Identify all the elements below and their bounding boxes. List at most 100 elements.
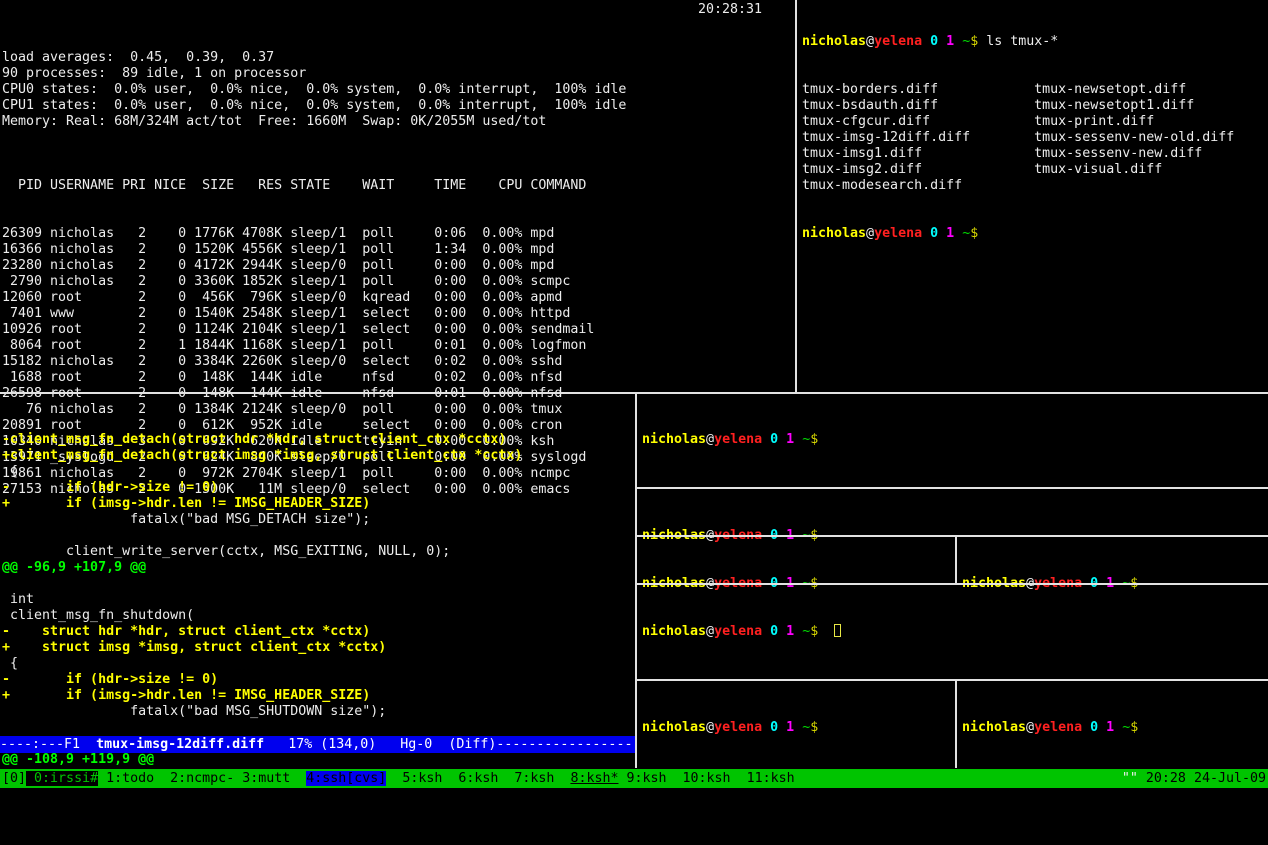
prompt-sp	[1082, 720, 1090, 735]
diff-buffer: -client_msg_fn_detach(struct hdr *hdr, s…	[2, 432, 634, 768]
pane-border-h2	[637, 535, 1268, 537]
prompt-sp	[762, 720, 770, 735]
status-window-list: [0] 0:irssi# 1:todo 2:ncmpc- 3:mutt 4:ss…	[2, 769, 795, 788]
prompt-at: @	[866, 34, 874, 49]
shell-prompt-line: nicholas@yelena 0 1 ~$	[642, 720, 950, 736]
modeline-filename: tmux-imsg-12diff.diff	[96, 737, 264, 752]
process-row: 23280 nicholas 2 0 4172K 2944K sleep/0 p…	[2, 258, 794, 274]
pane-shell-2[interactable]: nicholas@yelena 0 1 ~$	[642, 496, 1262, 512]
status-window-entry[interactable]: 4:ssh[cvs]	[306, 771, 386, 786]
prompt-user: nicholas	[642, 624, 706, 639]
diff-line: client_msg_fn_shutdown(	[2, 608, 634, 624]
prompt-sp	[1098, 720, 1106, 735]
status-bar: [0] 0:irssi# 1:todo 2:ncmpc- 3:mutt 4:ss…	[0, 769, 1268, 788]
prompt-sp	[794, 720, 802, 735]
prompt-sp	[762, 432, 770, 447]
pane-shell-active[interactable]: nicholas@yelena 0 1 ~$	[642, 592, 1262, 608]
top-info-line: CPU0 states: 0.0% user, 0.0% nice, 0.0% …	[2, 82, 794, 98]
shell-prompt: nicholas@yelena 0 1 ~$	[642, 432, 826, 447]
process-row: 2790 nicholas 2 0 3360K 1852K sleep/1 po…	[2, 274, 794, 290]
pane-border-h1	[637, 487, 1268, 489]
prompt-job: 1	[1106, 720, 1114, 735]
prompt-host: yelena	[714, 624, 762, 639]
prompt-hist: 0	[770, 432, 778, 447]
prompt-sp	[978, 226, 986, 241]
prompt-host: yelena	[1034, 720, 1082, 735]
status-window-entry[interactable]: 9:ksh 10:ksh 11:ksh	[618, 771, 794, 786]
prompt-sp	[778, 432, 786, 447]
top-info-lines: load averages: 0.45, 0.39, 0.3790 proces…	[2, 50, 794, 146]
shell-prompt-line: nicholas@yelena 0 1 ~$	[802, 226, 1266, 242]
prompt-sp	[922, 226, 930, 241]
diff-line	[2, 720, 634, 736]
shell-prompt: nicholas@yelena 0 1 ~$	[642, 624, 826, 639]
prompt-job: 1	[946, 226, 954, 241]
diff-line: fatalx("bad MSG_SHUTDOWN size");	[2, 704, 634, 720]
pane-top-output[interactable]: 20:28:31 load averages: 0.45, 0.39, 0.37…	[2, 2, 794, 392]
top-info-line: 90 processes: 89 idle, 1 on processor	[2, 66, 794, 82]
shell-prompt-line: nicholas@yelena 0 1 ~$	[642, 432, 1262, 448]
status-window-entry[interactable]: 1:todo 2:ncmpc- 3:mutt	[106, 771, 306, 786]
terminal-cursor	[834, 624, 841, 637]
prompt-user: nicholas	[802, 34, 866, 49]
status-window-entry[interactable]: 0:irssi#	[26, 771, 98, 786]
top-table-header: PID USERNAME PRI NICE SIZE RES STATE WAI…	[2, 178, 794, 194]
diff-line: - if (hdr->size != 0)	[2, 480, 634, 496]
prompt-tilde: ~	[1122, 720, 1130, 735]
pane-shell-7[interactable]: nicholas@yelena 0 1 ~$	[962, 688, 1262, 704]
prompt-at: @	[706, 624, 714, 639]
diff-line: -client_msg_fn_detach(struct hdr *hdr, s…	[2, 432, 634, 448]
prompt-hist: 0	[930, 226, 938, 241]
ls-listing-line: tmux-imsg2.diff tmux-visual.diff	[802, 162, 1266, 178]
pane-border-v1	[955, 537, 957, 583]
status-window-entry[interactable]: [0]	[2, 771, 26, 786]
status-window-entry[interactable]: 5:ksh 6:ksh 7:ksh	[386, 771, 570, 786]
modeline-status: 17% (134,0) Hg-0 (Diff)-----------------	[264, 737, 632, 752]
diff-line: - if (hdr->size != 0)	[2, 672, 634, 688]
prompt-hist: 0	[1090, 720, 1098, 735]
prompt-job: 1	[786, 432, 794, 447]
prompt-job: 1	[786, 720, 794, 735]
prompt-sp	[794, 624, 802, 639]
shell-prompt: nicholas@yelena 0 1 ~$	[642, 720, 826, 735]
diff-line: + if (imsg->hdr.len != IMSG_HEADER_SIZE)	[2, 496, 634, 512]
ls-listing: tmux-borders.diff tmux-newsetopt.diff tmu…	[802, 82, 1266, 194]
prompt-at: @	[866, 226, 874, 241]
tmux-session-screen: 20:28:31 load averages: 0.45, 0.39, 0.37…	[0, 0, 1268, 788]
prompt-sp	[1114, 720, 1122, 735]
prompt-sp	[778, 720, 786, 735]
shell-prompt: nicholas@yelena 0 1 ~$	[802, 34, 986, 49]
prompt-tilde: ~	[802, 720, 810, 735]
process-row: 10926 root 2 0 1124K 2104K sleep/1 selec…	[2, 322, 794, 338]
prompt-sp	[954, 226, 962, 241]
pane-emacs-diff[interactable]: -client_msg_fn_detach(struct hdr *hdr, s…	[2, 400, 634, 752]
pane-shell-6[interactable]: nicholas@yelena 0 1 ~$	[642, 688, 950, 704]
diff-line: fatalx("bad MSG_DETACH size");	[2, 512, 634, 528]
status-window-entry[interactable]	[98, 771, 106, 786]
diff-line: + struct imsg *imsg, struct client_ctx *…	[2, 640, 634, 656]
pane-border-h3	[637, 583, 1268, 585]
pane-shell-3[interactable]: nicholas@yelena 0 1 ~$	[642, 544, 950, 560]
pane-shell-1[interactable]: nicholas@yelena 0 1 ~$	[642, 400, 1262, 416]
pane-shell-ls[interactable]: nicholas@yelena 0 1 ~$ ls tmux-* tmux-bo…	[802, 2, 1266, 392]
top-info-line: Memory: Real: 68M/324M act/tot Free: 166…	[2, 114, 794, 130]
status-window-entry[interactable]: 8:ksh*	[570, 771, 618, 786]
emacs-modeline: ----:---F1 tmux-imsg-12diff.diff 17% (13…	[0, 736, 635, 753]
pane-shell-4[interactable]: nicholas@yelena 0 1 ~$	[962, 544, 1262, 560]
command-text: ls tmux-*	[986, 34, 1058, 49]
prompt-sp	[954, 34, 962, 49]
shell-prompt-line: nicholas@yelena 0 1 ~$ ls tmux-*	[802, 34, 1266, 50]
top-clock: 20:28:31	[698, 2, 762, 18]
diff-line	[2, 528, 634, 544]
prompt-sp	[922, 34, 930, 49]
ls-listing-line: tmux-imsg1.diff tmux-sessenv-new.diff	[802, 146, 1266, 162]
diff-line: + if (imsg->hdr.len != IMSG_HEADER_SIZE)	[2, 688, 634, 704]
prompt-sp	[938, 226, 946, 241]
prompt-sp	[778, 624, 786, 639]
ls-listing-line: tmux-cfgcur.diff tmux-print.diff	[802, 114, 1266, 130]
prompt-hist: 0	[770, 720, 778, 735]
ls-listing-line: tmux-borders.diff tmux-newsetopt.diff	[802, 82, 1266, 98]
prompt-sp	[818, 624, 826, 639]
pane-border-v2	[955, 681, 957, 768]
prompt-user: nicholas	[642, 720, 706, 735]
